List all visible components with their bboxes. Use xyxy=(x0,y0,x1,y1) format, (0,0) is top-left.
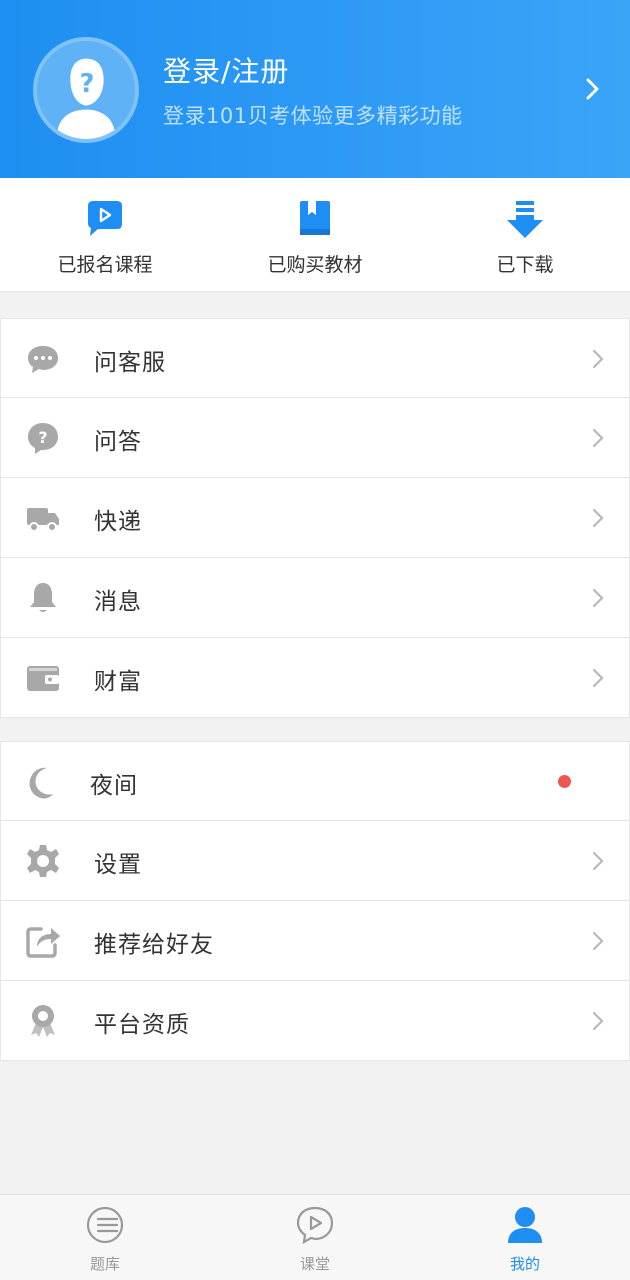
quick-purchased-books[interactable]: 已购买教材 xyxy=(210,178,420,292)
gear-icon xyxy=(27,845,59,877)
chevron-right-icon xyxy=(592,508,604,528)
quick-label: 已购买教材 xyxy=(267,254,363,276)
menu-label: 快递 xyxy=(94,509,142,535)
menu-label: 问答 xyxy=(94,429,142,455)
menu-group-settings: 夜间 设置 推荐给好友 平台资质 xyxy=(0,741,630,1061)
quick-label: 已下载 xyxy=(496,254,554,276)
menu-item-qa[interactable]: ? 问答 xyxy=(0,398,630,478)
video-chat-icon xyxy=(88,201,122,236)
menu-item-wealth[interactable]: 财富 xyxy=(0,638,630,718)
tab-question-bank[interactable]: 题库 xyxy=(0,1195,210,1280)
tab-classroom[interactable]: 课堂 xyxy=(210,1195,420,1280)
chevron-right-icon xyxy=(592,349,604,369)
chevron-right-icon xyxy=(592,931,604,951)
tab-label: 我的 xyxy=(509,1255,540,1273)
menu-label: 夜间 xyxy=(90,773,138,799)
quick-enrolled-courses[interactable]: 已报名课程 xyxy=(0,178,210,292)
award-icon xyxy=(31,1005,55,1037)
customer-service-icon xyxy=(28,346,58,373)
share-icon xyxy=(26,927,60,958)
menu-label: 消息 xyxy=(94,589,142,615)
menu-item-settings[interactable]: 设置 xyxy=(0,821,630,901)
menu-label: 平台资质 xyxy=(94,1012,190,1038)
menu-label: 财富 xyxy=(94,669,142,695)
avatar-placeholder-icon: ? xyxy=(37,41,135,139)
menu-label: 推荐给好友 xyxy=(94,932,214,958)
menu-group-services: 问客服 ? 问答 快递 消息 财富 xyxy=(0,318,630,718)
notification-dot xyxy=(558,775,571,788)
quick-downloaded[interactable]: 已下载 xyxy=(420,178,630,292)
bottom-tab-bar: 题库 课堂 我的 xyxy=(0,1194,630,1280)
chevron-right-icon xyxy=(592,1011,604,1031)
quick-actions: 已报名课程 已购买教材 已下载 xyxy=(0,178,630,292)
tab-label: 题库 xyxy=(89,1255,120,1273)
menu-item-customer-service[interactable]: 问客服 xyxy=(0,318,630,398)
book-icon xyxy=(300,201,330,235)
download-icon xyxy=(507,201,543,238)
question-icon: ? xyxy=(28,423,58,454)
svg-text:?: ? xyxy=(38,428,47,447)
quick-label: 已报名课程 xyxy=(57,254,153,276)
avatar[interactable]: ? xyxy=(33,37,139,143)
truck-icon xyxy=(27,508,59,532)
menu-label: 问客服 xyxy=(94,350,166,376)
tab-label: 课堂 xyxy=(299,1255,330,1273)
login-subtitle: 登录101贝考体验更多精彩功能 xyxy=(163,104,463,128)
chevron-right-icon xyxy=(592,428,604,448)
chevron-right-icon xyxy=(592,851,604,871)
user-icon xyxy=(508,1207,542,1243)
menu-item-qualification[interactable]: 平台资质 xyxy=(0,981,630,1061)
tab-mine[interactable]: 我的 xyxy=(420,1195,630,1280)
list-icon xyxy=(86,1206,124,1244)
chevron-right-icon[interactable] xyxy=(578,74,606,104)
menu-item-recommend[interactable]: 推荐给好友 xyxy=(0,901,630,981)
chevron-right-icon xyxy=(592,588,604,608)
wallet-icon xyxy=(27,666,59,691)
bell-icon xyxy=(30,583,56,612)
login-title[interactable]: 登录/注册 xyxy=(163,50,289,90)
menu-label: 设置 xyxy=(94,852,142,878)
play-chat-icon xyxy=(296,1206,334,1245)
menu-item-express[interactable]: 快递 xyxy=(0,478,630,558)
chevron-right-icon xyxy=(592,668,604,688)
profile-header[interactable]: ? 登录/注册 登录101贝考体验更多精彩功能 xyxy=(0,0,630,178)
moon-icon xyxy=(29,767,53,799)
menu-item-messages[interactable]: 消息 xyxy=(0,558,630,638)
svg-text:?: ? xyxy=(80,69,95,99)
menu-item-night-mode[interactable]: 夜间 xyxy=(0,741,630,821)
